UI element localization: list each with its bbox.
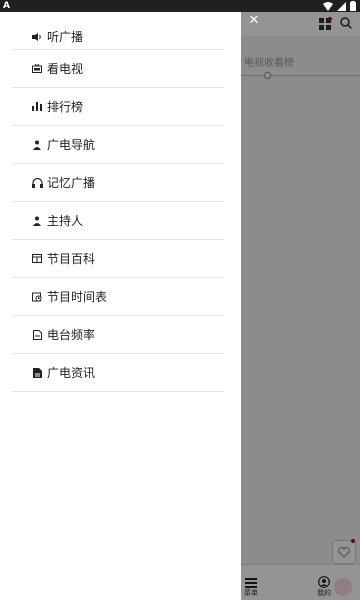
wifi-icon bbox=[323, 1, 333, 11]
drawer-item-program-encyclopedia[interactable]: 节目百科 bbox=[12, 240, 224, 278]
drawer-item-navigation[interactable]: 广电导航 bbox=[12, 126, 224, 164]
drawer-item-news[interactable]: 广电资讯 bbox=[12, 354, 224, 392]
battery-icon bbox=[350, 1, 356, 11]
drawer-item-label: 排行榜 bbox=[47, 100, 84, 114]
document-icon bbox=[31, 329, 43, 341]
drawer-item-watch-tv[interactable]: 看电视 bbox=[12, 50, 224, 88]
drawer-item-label: 广电资讯 bbox=[47, 366, 96, 380]
drawer-item-program-schedule[interactable]: 节目时间表 bbox=[12, 278, 224, 316]
drawer-item-rankings[interactable]: 排行榜 bbox=[12, 88, 224, 126]
status-app-indicator: A bbox=[3, 1, 10, 11]
close-drawer-button[interactable]: ✕ bbox=[247, 14, 261, 28]
status-icons bbox=[323, 1, 356, 11]
drawer-item-label: 看电视 bbox=[47, 62, 84, 76]
drawer-item-label: 节目百科 bbox=[47, 252, 96, 266]
drawer-item-label: 主持人 bbox=[47, 214, 84, 228]
drawer-item-label: 听广播 bbox=[47, 30, 84, 44]
news-icon bbox=[31, 367, 43, 379]
close-icon: ✕ bbox=[248, 13, 260, 28]
headphones-icon bbox=[31, 177, 43, 189]
drawer-item-listen-radio[interactable]: 听广播 bbox=[12, 24, 224, 50]
speaker-icon bbox=[31, 31, 43, 43]
drawer-menu: 听广播 看电视 排行榜 广电导航 记忆广播 主持人 节目百科 节目时间表 电台频… bbox=[12, 24, 224, 392]
person-icon bbox=[31, 215, 43, 227]
signal-icon bbox=[337, 1, 346, 11]
clock-calendar-icon bbox=[31, 291, 43, 303]
tv-icon bbox=[31, 63, 43, 75]
drawer-item-label: 节目时间表 bbox=[47, 290, 108, 304]
drawer-item-station-frequency[interactable]: 电台频率 bbox=[12, 316, 224, 354]
person-icon bbox=[31, 139, 43, 151]
navigation-drawer: 听广播 看电视 排行榜 广电导航 记忆广播 主持人 节目百科 节目时间表 电台频… bbox=[0, 12, 241, 600]
calendar-icon bbox=[31, 253, 43, 265]
status-bar: A bbox=[0, 0, 360, 12]
drawer-item-label: 电台频率 bbox=[47, 328, 96, 342]
bar-chart-icon bbox=[31, 101, 43, 113]
drawer-item-label: 广电导航 bbox=[47, 138, 96, 152]
drawer-item-label: 记忆广播 bbox=[47, 176, 96, 190]
drawer-item-memory-radio[interactable]: 记忆广播 bbox=[12, 164, 224, 202]
drawer-item-hosts[interactable]: 主持人 bbox=[12, 202, 224, 240]
